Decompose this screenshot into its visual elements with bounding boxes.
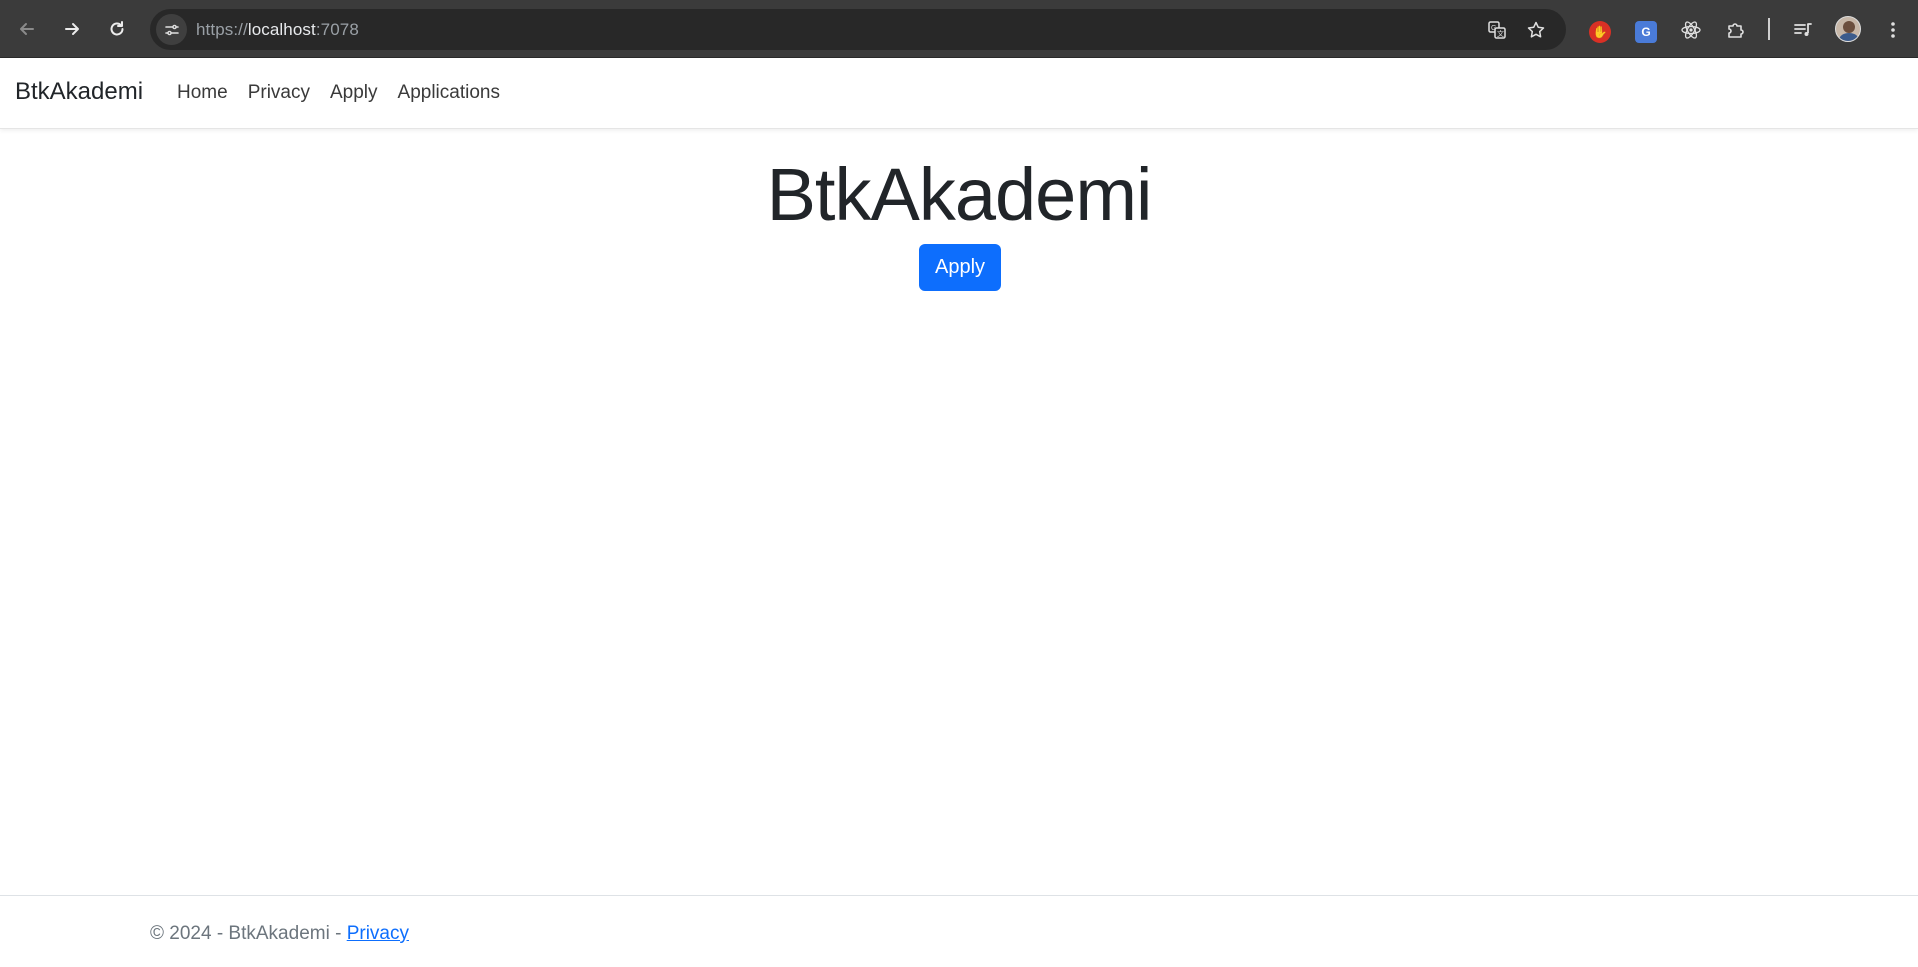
queue-music-icon [1794, 23, 1812, 36]
more-vertical-icon [1891, 22, 1895, 38]
svg-text:文: 文 [1497, 29, 1504, 38]
puzzle-icon [1728, 23, 1744, 38]
site-info-button[interactable] [156, 14, 187, 45]
site-navbar: BtkAkademi Home Privacy Apply Applicatio… [0, 58, 1918, 129]
translate-icon[interactable]: G文 [1484, 17, 1510, 43]
nav-links: Home Privacy Apply Applications [177, 82, 520, 104]
extension-react-devtools-button[interactable] [1677, 16, 1705, 44]
url-host: localhost [247, 20, 316, 39]
extensions-button[interactable] [1722, 16, 1750, 44]
extension-adblock-button[interactable]: ✋ [1586, 16, 1614, 44]
extension-translate-button[interactable]: G [1632, 16, 1660, 44]
page-title: BtkAkademi [766, 153, 1153, 236]
nav-link-applications[interactable]: Applications [398, 82, 500, 104]
nav-link-home[interactable]: Home [177, 82, 228, 104]
forward-button[interactable] [55, 12, 89, 46]
star-icon[interactable] [1523, 17, 1549, 43]
footer-copyright: © 2024 - BtkAkademi - [150, 923, 347, 944]
profile-avatar[interactable] [1835, 16, 1861, 42]
nav-link-privacy[interactable]: Privacy [248, 82, 310, 104]
url-text: https://localhost:7078 [196, 20, 359, 40]
footer-text: © 2024 - BtkAkademi - Privacy [150, 923, 409, 945]
apply-button[interactable]: Apply [919, 244, 1001, 291]
browser-toolbar: https://localhost:7078 G文 ✋ G [0, 0, 1918, 58]
back-button[interactable] [10, 12, 44, 46]
navbar-brand[interactable]: BtkAkademi [15, 78, 143, 106]
atom-icon [1681, 21, 1701, 39]
footer: © 2024 - BtkAkademi - Privacy [0, 895, 1918, 967]
svg-text:G: G [1491, 25, 1496, 32]
footer-privacy-link[interactable]: Privacy [347, 923, 409, 944]
nav-link-apply[interactable]: Apply [330, 82, 378, 104]
url-scheme: https:// [196, 20, 248, 39]
url-port: :7078 [315, 20, 359, 39]
browser-menu-button[interactable] [1879, 16, 1907, 44]
reload-button[interactable] [100, 12, 134, 46]
address-bar[interactable]: https://localhost:7078 G文 [150, 9, 1566, 50]
toolbar-divider [1768, 18, 1770, 40]
media-controls-button[interactable] [1789, 16, 1817, 44]
google-translate-icon: G [1635, 20, 1657, 43]
arrow-left-icon [20, 23, 34, 35]
tune-icon [164, 24, 179, 35]
reload-icon [110, 21, 124, 36]
hand-stop-icon: ✋ [1589, 20, 1611, 43]
arrow-right-icon [65, 23, 79, 35]
